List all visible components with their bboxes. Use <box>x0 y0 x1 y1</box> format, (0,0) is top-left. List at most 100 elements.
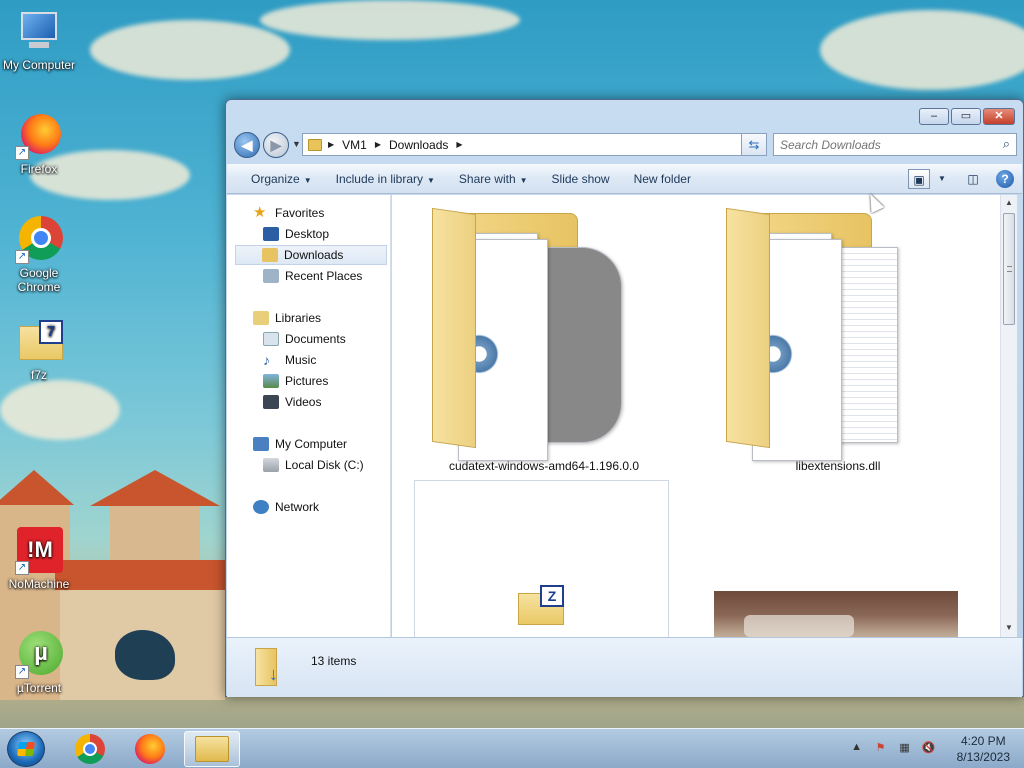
archive-folder-icon: Z <box>518 585 566 625</box>
downloads-folder-icon: ↓ <box>255 648 287 688</box>
taskbar-firefox[interactable] <box>122 731 178 767</box>
clock-date: 8/13/2023 <box>956 750 1010 764</box>
file-item[interactable]: libextensions.dll <box>706 203 970 475</box>
scroll-down-icon[interactable]: ▼ <box>1005 623 1013 632</box>
desktop-icon-label: f7z <box>30 368 47 382</box>
taskbar-chrome[interactable] <box>62 731 118 767</box>
close-button[interactable]: ✕ <box>983 108 1015 125</box>
nav-recent-places[interactable]: Recent Places <box>263 266 362 286</box>
maximize-button[interactable]: ▭ <box>951 108 981 125</box>
search-input[interactable] <box>774 134 974 155</box>
wallpaper-roof <box>0 470 74 505</box>
desktop-icon-google-chrome[interactable]: ↗ Google Chrome <box>1 216 77 294</box>
taskbar-explorer[interactable] <box>184 731 240 767</box>
film-icon <box>263 395 279 409</box>
nav-documents[interactable]: Documents <box>263 329 346 349</box>
nomachine-icon: !M ↗ <box>15 527 63 575</box>
explorer-folder-icon <box>195 736 229 762</box>
share-with-button[interactable]: Share with ▼ <box>447 172 540 186</box>
file-item[interactable]: Z <box>414 480 669 637</box>
address-bar[interactable]: ▶ VM1 ▶ Downloads ▶ ▼ <box>302 133 765 156</box>
desktop-icon-label: NoMachine <box>8 577 70 591</box>
desktop-icon-label: µTorrent <box>16 681 62 695</box>
organize-button[interactable]: Organize ▼ <box>239 172 324 186</box>
firefox-icon <box>135 734 165 764</box>
network-status-icon[interactable]: ▦ <box>897 741 913 757</box>
desktop-icon-7z[interactable]: 7 f7z <box>1 318 77 382</box>
include-in-library-button[interactable]: Include in library ▼ <box>324 172 447 186</box>
wallpaper-roof <box>55 560 225 590</box>
nav-my-computer[interactable]: My Computer <box>253 434 347 454</box>
wallpaper-roof <box>90 470 220 506</box>
folder-icon <box>308 138 322 151</box>
nav-desktop-label: Desktop <box>285 227 330 241</box>
desktop-icon-label: My Computer <box>2 58 76 72</box>
show-hidden-icons-icon[interactable]: ▲ <box>849 741 865 757</box>
desktop-icon-label: Firefox <box>20 162 58 176</box>
nav-libraries[interactable]: Libraries <box>253 308 321 328</box>
computer-icon <box>253 437 269 451</box>
nav-favorites[interactable]: ★ Favorites <box>253 203 324 223</box>
start-button[interactable] <box>7 731 45 767</box>
utorrent-icon: µ ↗ <box>15 631 63 679</box>
vertical-scrollbar[interactable]: ▲ ▼ <box>1000 195 1017 637</box>
nav-videos[interactable]: Videos <box>263 392 321 412</box>
nav-network[interactable]: Network <box>253 497 319 517</box>
slide-show-button[interactable]: Slide show <box>540 172 622 186</box>
nav-desktop[interactable]: Desktop <box>263 224 329 244</box>
file-item[interactable] <box>714 591 958 637</box>
preview-pane-icon[interactable]: ◫ <box>962 169 984 189</box>
libraries-icon <box>253 311 269 325</box>
minimize-button[interactable]: – <box>919 108 949 125</box>
help-icon[interactable]: ? <box>996 170 1014 188</box>
thumbnail-detail <box>744 615 854 637</box>
shortcut-arrow-icon: ↗ <box>15 561 29 575</box>
windows-logo-icon <box>17 742 35 756</box>
nav-downloads[interactable]: Downloads <box>235 245 387 265</box>
desktop-icon-my-computer[interactable]: My Computer <box>1 8 77 72</box>
firefox-icon: ↗ <box>15 112 63 160</box>
chevron-down-icon: ▼ <box>519 175 528 185</box>
search-icon[interactable]: ⌕ <box>1003 136 1010 152</box>
chevron-right-icon[interactable]: ▶ <box>375 140 381 149</box>
nav-favorites-label: Favorites <box>275 206 325 220</box>
chevron-down-icon: ▼ <box>427 175 435 185</box>
folder-icon <box>432 203 672 461</box>
scroll-thumb[interactable] <box>1003 213 1015 325</box>
monitor-icon <box>15 8 63 56</box>
action-center-flag-icon[interactable]: ⚑ <box>873 741 889 757</box>
recent-pages-dropdown-icon[interactable]: ▼ <box>292 139 301 149</box>
nav-recent-places-label: Recent Places <box>285 269 363 283</box>
chrome-icon <box>75 734 105 764</box>
new-folder-button[interactable]: New folder <box>622 172 703 186</box>
forward-button[interactable]: ▶ <box>263 132 289 158</box>
chevron-right-icon[interactable]: ▶ <box>328 140 334 149</box>
nav-music[interactable]: ♪ Music <box>263 350 316 370</box>
change-view-icon[interactable]: ▣ <box>908 169 930 189</box>
file-item[interactable]: cudatext-windows-amd64-1.196.0.0 <box>412 203 676 475</box>
refresh-button[interactable]: ⇆ <box>741 133 767 156</box>
view-options-dropdown-icon[interactable]: ▼ <box>936 169 948 189</box>
nav-local-disk-label: Local Disk (C:) <box>285 458 364 472</box>
nav-pictures[interactable]: Pictures <box>263 371 328 391</box>
clock[interactable]: 4:20 PM 8/13/2023 <box>957 733 1010 765</box>
back-button[interactable]: ◀ <box>234 132 260 158</box>
star-icon: ★ <box>253 204 267 221</box>
breadcrumb-item[interactable]: VM1 <box>342 138 367 152</box>
nav-documents-label: Documents <box>285 332 346 346</box>
chevron-right-icon[interactable]: ▶ <box>456 140 462 149</box>
include-in-library-label: Include in library <box>335 171 423 186</box>
archive-folder-icon: 7 <box>15 318 63 366</box>
wallpaper-cloud <box>820 10 1024 90</box>
desktop-icon-nomachine[interactable]: !M ↗ NoMachine <box>1 527 77 591</box>
desktop-icon-firefox[interactable]: ↗ Firefox <box>1 112 77 176</box>
search-box: ⌕ <box>773 133 1017 156</box>
breadcrumb-item[interactable]: Downloads <box>389 138 448 152</box>
scroll-up-icon[interactable]: ▲ <box>1005 198 1013 207</box>
volume-muted-icon[interactable]: 🔇 <box>921 741 937 757</box>
shortcut-arrow-icon: ↗ <box>15 665 29 679</box>
nav-local-disk[interactable]: Local Disk (C:) <box>263 455 364 475</box>
shortcut-arrow-icon: ↗ <box>15 250 29 264</box>
music-note-icon: ♪ <box>263 352 270 368</box>
desktop-icon-utorrent[interactable]: µ ↗ µTorrent <box>1 631 77 695</box>
